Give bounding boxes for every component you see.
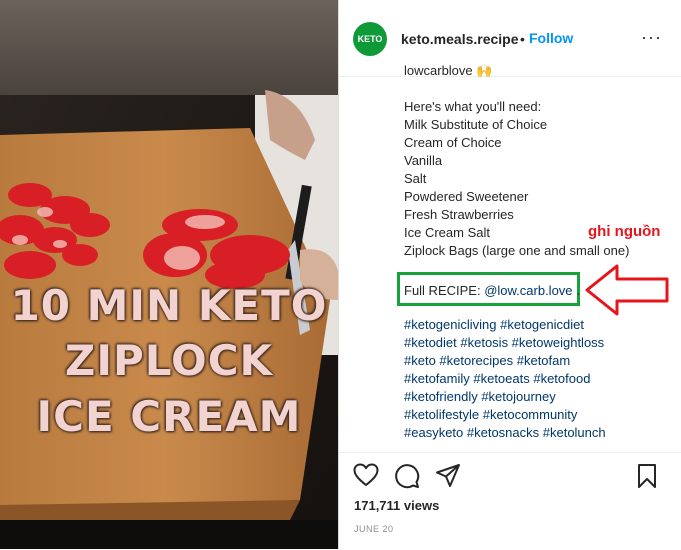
separator-dot: •: [520, 31, 525, 47]
caption-line: Ziplock Bags (large one and small one): [404, 243, 630, 258]
caption-line: Milk Substitute of Choice: [404, 117, 548, 132]
hashtags: #ketogenicliving #ketogenicdiet #ketodie…: [404, 316, 606, 442]
recipe-mention-link[interactable]: @low.carb.love: [484, 283, 572, 298]
hashtag-line[interactable]: #ketofriendly #ketojourney: [404, 388, 606, 406]
hashtag-line[interactable]: #easyketo #ketosnacks #ketolunch: [404, 424, 606, 442]
annotation-arrow-icon: [585, 264, 669, 316]
video-overlay-line-1: 10 MIN KETO: [10, 281, 328, 330]
hashtag-line[interactable]: #ketogenicliving #ketogenicdiet: [404, 316, 606, 334]
video-player[interactable]: 10 MIN KETO ZIPLOCK ICE CREAM: [0, 0, 338, 549]
caption-line: Fresh Strawberries: [404, 207, 514, 222]
annotation-label: ghi nguồn: [588, 223, 661, 240]
heart-icon[interactable]: [353, 463, 379, 487]
avatar[interactable]: KETO: [353, 22, 387, 56]
comment-icon[interactable]: [394, 463, 420, 489]
video-overlay-line-2: ZIPLOCK: [64, 336, 274, 385]
username-link[interactable]: keto.meals.recipe: [401, 31, 519, 47]
post-date[interactable]: JUNE 20: [354, 524, 394, 534]
hashtag-line[interactable]: #ketolifestyle #ketocommunity: [404, 406, 606, 424]
hashtag-line[interactable]: #keto #ketorecipes #ketofam: [404, 352, 606, 370]
video-frame: [0, 0, 338, 549]
recipe-prefix: Full RECIPE:: [404, 283, 485, 298]
caption-line: Cream of Choice: [404, 135, 502, 150]
hashtag-line[interactable]: #ketodiet #ketosis #ketoweightloss: [404, 334, 606, 352]
caption-partial-line: lowcarblove 🙌: [404, 63, 493, 78]
full-recipe-line: Full RECIPE: @low.carb.love .: [404, 283, 580, 298]
hashtag-line[interactable]: #ketofamily #ketoeats #ketofood: [404, 370, 606, 388]
share-icon[interactable]: [435, 463, 461, 489]
follow-button[interactable]: Follow: [529, 30, 573, 46]
caption-line: Here's what you'll need:: [404, 99, 542, 114]
caption-line: Salt: [404, 171, 427, 186]
caption-line: Vanilla: [404, 153, 443, 168]
bookmark-icon[interactable]: [636, 463, 658, 489]
post-side-panel: KETO keto.meals.recipe • Follow ··· lowc…: [338, 0, 681, 549]
post-actions: 171,711 views JUNE 20: [339, 452, 681, 550]
recipe-suffix: .: [572, 283, 580, 298]
caption-line: Powdered Sweetener: [404, 189, 529, 204]
video-overlay-line-3: ICE CREAM: [36, 392, 302, 441]
view-count: 171,711 views: [354, 498, 440, 513]
more-options-icon[interactable]: ···: [641, 27, 662, 48]
